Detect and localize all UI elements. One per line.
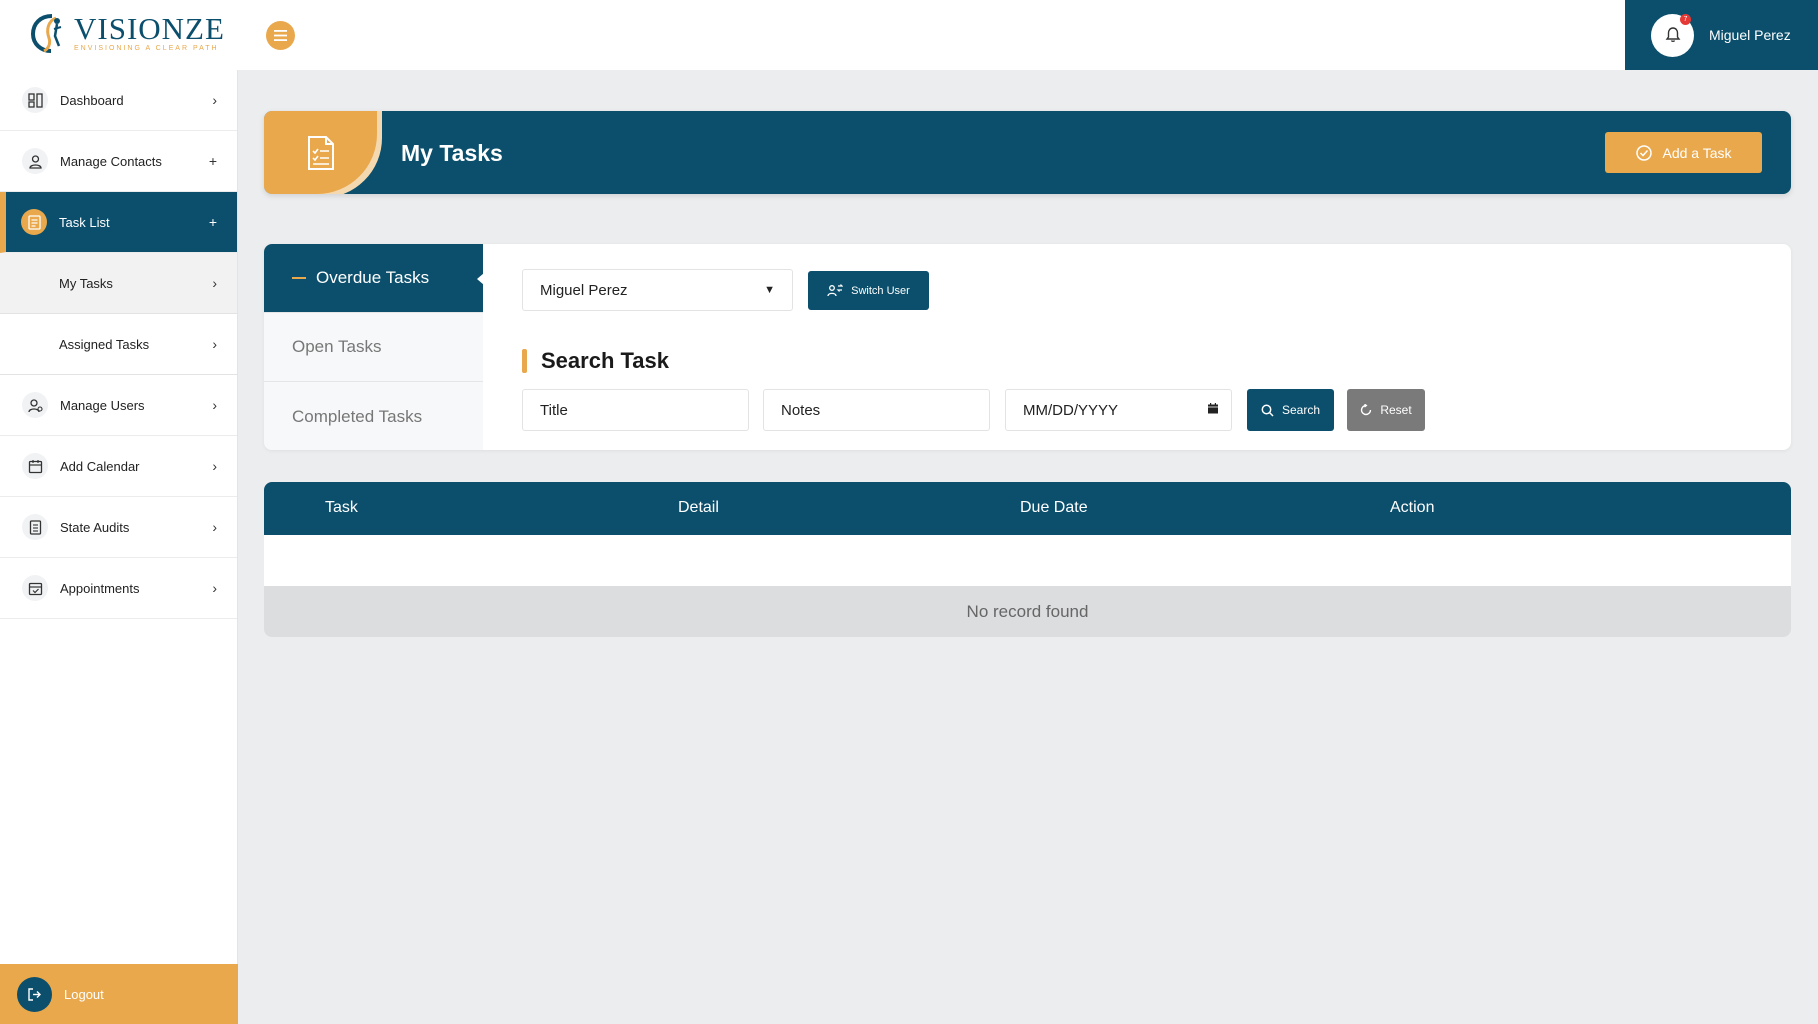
- sidebar-item-appointments[interactable]: Appointments ›: [0, 558, 237, 619]
- calendar-icon[interactable]: [1207, 402, 1219, 419]
- reset-label: Reset: [1380, 403, 1412, 417]
- search-label: Search: [1281, 403, 1321, 417]
- top-bar: VISIONZE ENVISIONING A CLEAR PATH 7 Migu…: [0, 0, 1818, 70]
- sidebar-subitem-label: Assigned Tasks: [59, 336, 150, 352]
- sidebar-subitem-label: My Tasks: [59, 275, 113, 291]
- user-select-value: Miguel Perez: [540, 281, 628, 299]
- switch-user-button[interactable]: Switch User: [808, 271, 929, 310]
- sidebar-item-label: Add Calendar: [60, 458, 140, 474]
- visionze-logo[interactable]: VISIONZE ENVISIONING A CLEAR PATH: [30, 12, 225, 54]
- chevron-right-icon: ›: [212, 92, 217, 108]
- logo-name: VISIONZE: [74, 11, 225, 46]
- task-filter-panel: Overdue Tasks Open Tasks Completed Tasks…: [264, 244, 1791, 450]
- sidebar-item-label: Manage Users: [60, 397, 145, 413]
- bell-icon: [1665, 27, 1680, 43]
- switch-user-label: Switch User: [851, 284, 910, 297]
- tab-overdue-tasks[interactable]: Overdue Tasks: [264, 244, 484, 313]
- chevron-right-icon: ›: [212, 336, 217, 352]
- sidebar: Dashboard › Manage Contacts + Task List …: [0, 70, 238, 1024]
- add-task-button[interactable]: Add a Task: [1605, 132, 1762, 173]
- logo-mark-icon: [30, 12, 70, 54]
- sidebar-item-label: Manage Contacts: [60, 153, 162, 169]
- sidebar-item-manage-users[interactable]: Manage Users ›: [0, 375, 237, 436]
- column-header-due-date[interactable]: Due Date: [1020, 499, 1088, 517]
- title-input[interactable]: [540, 401, 748, 419]
- sidebar-subitem-assigned-tasks[interactable]: Assigned Tasks ›: [0, 314, 237, 375]
- reset-button[interactable]: Reset: [1347, 389, 1425, 431]
- chevron-right-icon: ›: [212, 458, 217, 474]
- chevron-right-icon: ›: [212, 519, 217, 535]
- task-list-icon: [21, 209, 47, 235]
- due-date-field[interactable]: [1005, 389, 1232, 431]
- tab-label: Open Tasks: [292, 337, 382, 356]
- user-name: Miguel Perez: [1709, 27, 1791, 43]
- chevron-right-icon: ›: [212, 275, 217, 291]
- task-document-icon: [307, 135, 334, 170]
- switch-user-icon: [827, 283, 844, 296]
- sidebar-subitem-my-tasks[interactable]: My Tasks ›: [0, 253, 237, 314]
- search-heading-text: Search Task: [541, 348, 670, 373]
- title-field[interactable]: [522, 389, 749, 431]
- notes-field[interactable]: [763, 389, 990, 431]
- sidebar-item-dashboard[interactable]: Dashboard ›: [0, 70, 237, 131]
- column-header-action[interactable]: Action: [1390, 499, 1434, 517]
- table-body: [264, 535, 1791, 586]
- sidebar-item-task-list[interactable]: Task List +: [0, 192, 237, 253]
- contacts-icon: [22, 148, 48, 174]
- hamburger-icon: [274, 30, 287, 41]
- active-tab-dash: [292, 277, 306, 279]
- tab-completed-tasks[interactable]: Completed Tasks: [264, 382, 483, 451]
- reset-icon: [1361, 404, 1372, 416]
- notification-badge: 7: [1680, 13, 1691, 25]
- user-select[interactable]: Miguel Perez ▼: [522, 269, 793, 311]
- logo-tagline: ENVISIONING A CLEAR PATH: [74, 45, 219, 52]
- expand-plus-icon: +: [208, 214, 217, 230]
- sidebar-item-label: Task List: [59, 214, 110, 230]
- empty-state-message: No record found: [264, 586, 1791, 637]
- chevron-right-icon: ›: [212, 580, 217, 596]
- logout-icon: [17, 976, 52, 1012]
- search-button[interactable]: Search: [1247, 389, 1334, 431]
- notification-button[interactable]: 7: [1651, 13, 1694, 57]
- dashboard-icon: [22, 87, 48, 113]
- tab-label: Overdue Tasks: [316, 268, 430, 287]
- sidebar-item-add-calendar[interactable]: Add Calendar ›: [0, 436, 237, 497]
- sidebar-item-label: Appointments: [60, 580, 140, 596]
- logout-button[interactable]: Logout: [0, 964, 238, 1024]
- add-task-label: Add a Task: [1662, 144, 1732, 161]
- user-menu[interactable]: 7 Miguel Perez: [1625, 0, 1818, 70]
- page-title: My Tasks: [401, 140, 503, 166]
- column-header-task[interactable]: Task: [325, 499, 358, 517]
- task-status-tabs: Overdue Tasks Open Tasks Completed Tasks: [264, 244, 484, 451]
- page-title-banner: My Tasks Add a Task: [264, 111, 1791, 194]
- due-date-input[interactable]: [1023, 401, 1231, 419]
- tasks-table: Task Detail Due Date Action No record fo…: [264, 482, 1791, 637]
- tab-label: Completed Tasks: [292, 406, 423, 426]
- expand-plus-icon: +: [208, 153, 217, 169]
- sidebar-item-label: Dashboard: [60, 92, 124, 108]
- users-icon: [22, 392, 48, 418]
- audit-icon: [22, 514, 48, 540]
- sidebar-item-state-audits[interactable]: State Audits ›: [0, 497, 237, 558]
- notes-input[interactable]: [781, 401, 989, 419]
- add-task-icon: [1636, 144, 1653, 161]
- menu-toggle-button[interactable]: [266, 21, 295, 50]
- table-header: Task Detail Due Date Action: [264, 482, 1791, 535]
- logout-label: Logout: [64, 986, 104, 1002]
- sidebar-item-label: State Audits: [60, 519, 130, 535]
- heading-accent-bar: [522, 349, 527, 373]
- search-icon: [1261, 404, 1274, 417]
- sidebar-item-manage-contacts[interactable]: Manage Contacts +: [0, 131, 237, 192]
- search-task-heading: Search Task: [522, 348, 669, 374]
- calendar-icon: [22, 453, 48, 479]
- tab-open-tasks[interactable]: Open Tasks: [264, 313, 483, 382]
- chevron-right-icon: ›: [212, 397, 217, 413]
- caret-down-icon: ▼: [764, 284, 775, 296]
- column-header-detail[interactable]: Detail: [678, 499, 719, 517]
- appointments-icon: [22, 575, 48, 601]
